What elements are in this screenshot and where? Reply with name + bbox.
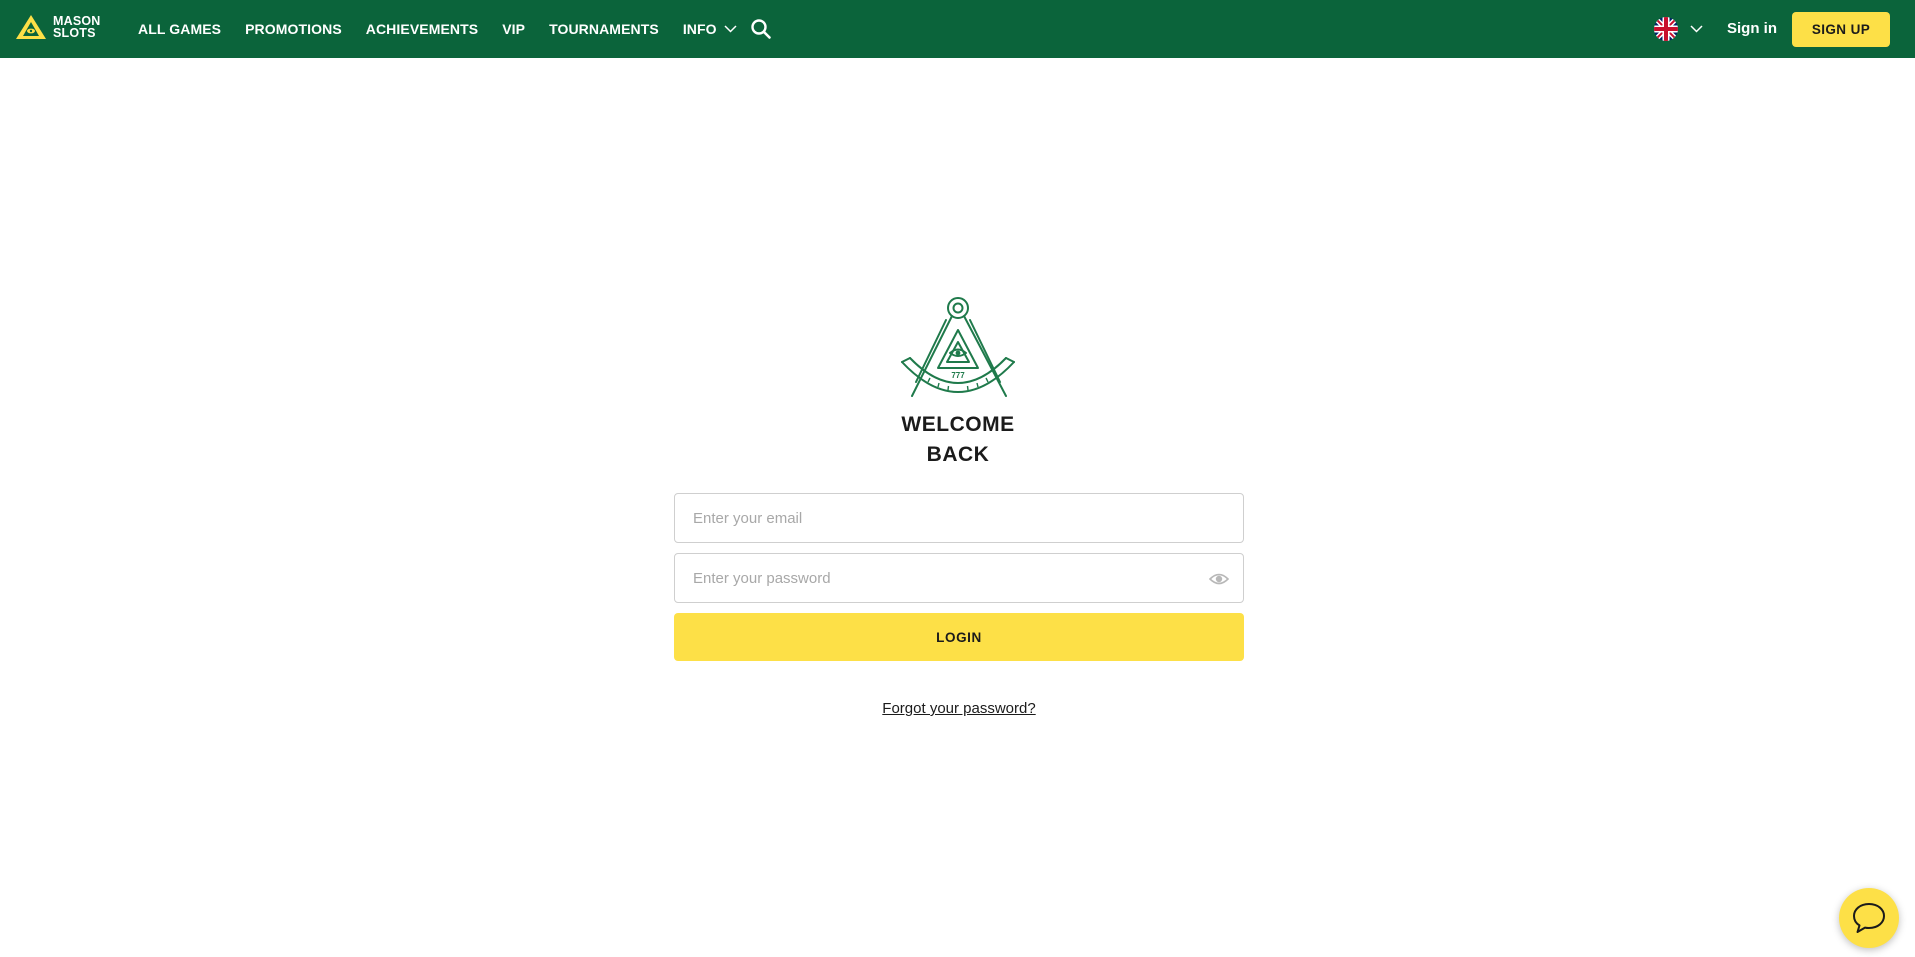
nav-all-games[interactable]: ALL GAMES <box>138 21 221 37</box>
signup-button[interactable]: SIGN UP <box>1792 12 1890 47</box>
chat-bubble-icon <box>1853 903 1885 933</box>
password-field[interactable] <box>675 554 1243 602</box>
signin-link[interactable]: Sign in <box>1727 20 1777 37</box>
top-header: MASON SLOTS ALL GAMES PROMOTIONS ACHIEVE… <box>0 0 1915 58</box>
nav-info-label: INFO <box>682 21 717 37</box>
search-icon[interactable] <box>750 18 772 40</box>
nav-achievements-label: ACHIEVEMENTS <box>365 21 479 37</box>
main-nav: ALL GAMES PROMOTIONS ACHIEVEMENTS VIP TO… <box>138 0 761 58</box>
nav-all-games-label: ALL GAMES <box>138 21 222 37</box>
chevron-down-icon <box>1690 25 1703 33</box>
nav-tournaments-label: TOURNAMENTS <box>549 21 659 37</box>
square-and-compass-emblem-icon: 777 <box>898 296 1018 400</box>
nav-info-dropdown[interactable]: INFO <box>683 21 737 37</box>
site-logo[interactable]: MASON SLOTS <box>14 12 101 42</box>
logo-text: MASON SLOTS <box>53 15 101 40</box>
nav-tournaments[interactable]: TOURNAMENTS <box>549 21 659 37</box>
chevron-down-icon <box>724 25 737 33</box>
nav-promotions[interactable]: PROMOTIONS <box>245 21 342 37</box>
nav-vip-label: VIP <box>502 21 526 37</box>
welcome-title-line-1: WELCOME <box>901 413 1015 436</box>
nav-promotions-label: PROMOTIONS <box>245 21 342 37</box>
chat-button[interactable] <box>1839 888 1899 948</box>
mason-pyramid-logo-icon <box>16 15 46 39</box>
password-field-wrapper <box>674 553 1244 603</box>
welcome-title: WELCOME BACK <box>858 410 1058 470</box>
welcome-title-line-2: BACK <box>926 443 990 466</box>
logo-line-2: SLOTS <box>53 26 96 40</box>
uk-flag-icon <box>1654 17 1678 41</box>
email-field-wrapper <box>674 493 1244 543</box>
language-selector[interactable] <box>1654 17 1703 41</box>
email-field[interactable] <box>675 494 1243 542</box>
eye-icon[interactable] <box>1208 570 1230 588</box>
login-button[interactable]: LOGIN <box>674 613 1244 661</box>
nav-achievements[interactable]: ACHIEVEMENTS <box>366 21 478 37</box>
forgot-password-link[interactable]: Forgot your password? <box>800 700 1118 717</box>
nav-vip[interactable]: VIP <box>502 21 525 37</box>
svg-text:777: 777 <box>951 371 965 380</box>
